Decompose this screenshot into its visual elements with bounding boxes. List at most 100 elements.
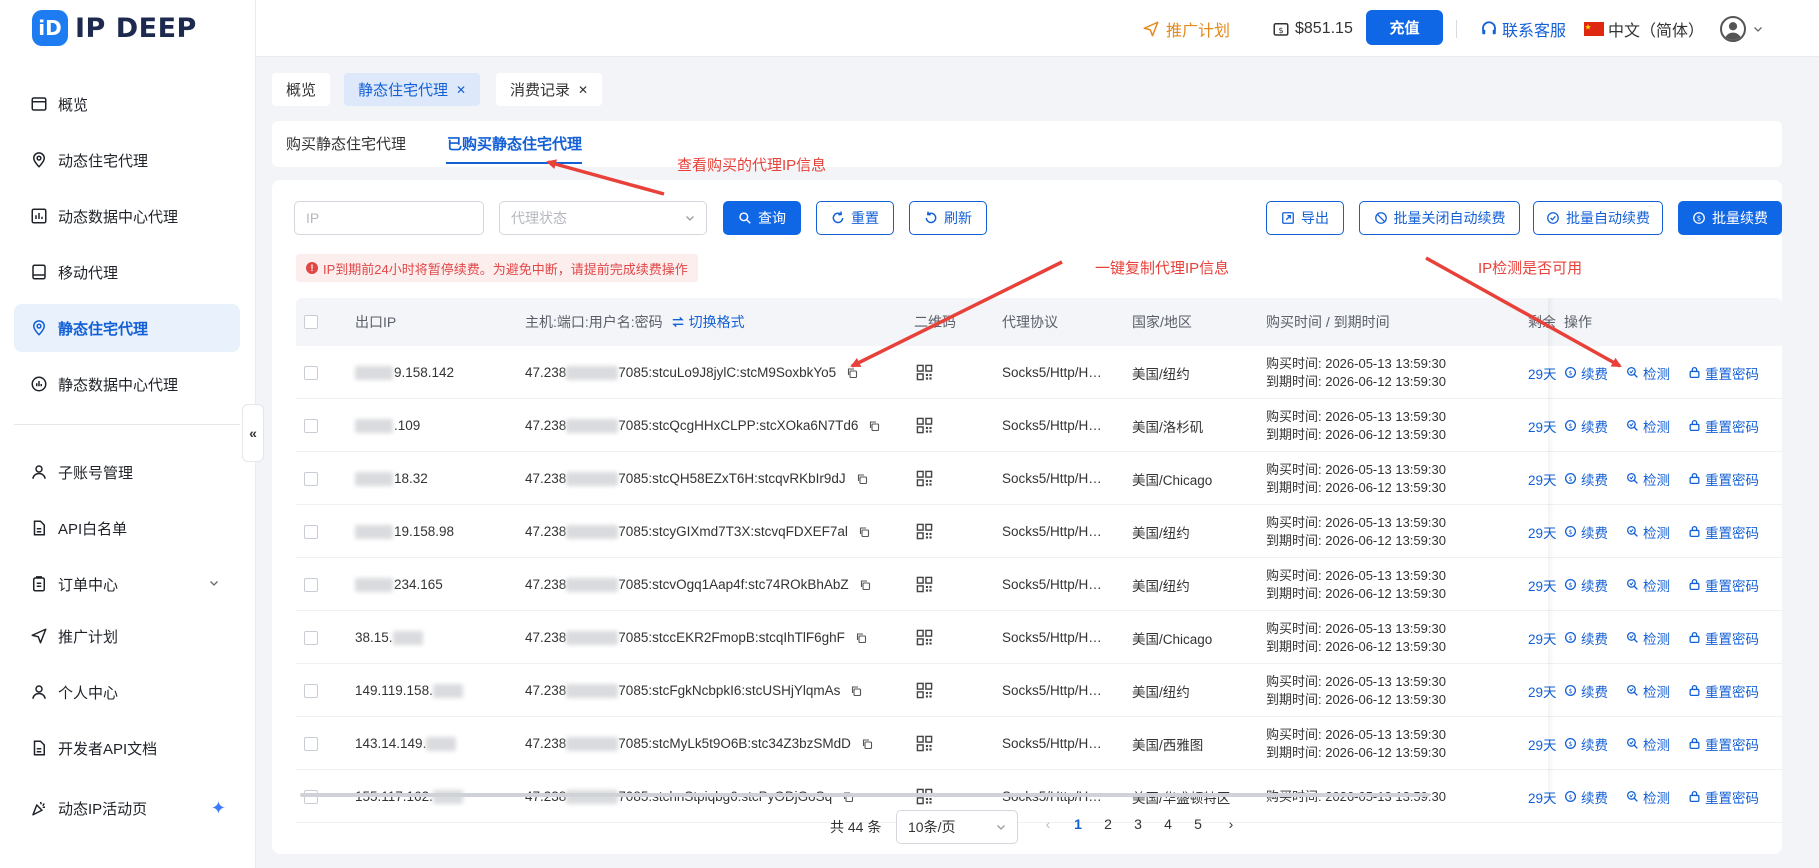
reset-password-button[interactable]: 重置密码 <box>1688 611 1759 664</box>
renew-button[interactable]: $ 续费 <box>1564 558 1608 611</box>
reset-password-button[interactable]: 重置密码 <box>1688 399 1759 452</box>
check-button[interactable]: 检测 <box>1626 770 1670 823</box>
page-number-button[interactable]: 5 <box>1187 816 1209 832</box>
batch-disable-auto-renew-button[interactable]: 批量关闭自动续费 <box>1359 201 1520 235</box>
tab-static-residential[interactable]: 静态住宅代理 ✕ <box>344 73 481 106</box>
sidebar-item[interactable]: 订单中心 <box>14 560 240 608</box>
sidebar-item[interactable]: 推广计划 <box>14 612 240 660</box>
proxy-status-select[interactable]: 代理状态 <box>499 201 707 235</box>
check-button[interactable]: 检测 <box>1626 717 1670 770</box>
sidebar-item[interactable]: 概览 <box>14 80 240 128</box>
renew-button[interactable]: $ 续费 <box>1564 717 1608 770</box>
check-button[interactable]: 检测 <box>1626 452 1670 505</box>
row-checkbox[interactable] <box>304 399 318 452</box>
sidebar-item[interactable]: API白名单 <box>14 504 240 552</box>
sidebar-item[interactable]: 开发者API文档 <box>14 724 240 772</box>
sidebar-item[interactable]: 动态数据中心代理 <box>14 192 240 240</box>
qr-code-icon[interactable] <box>916 452 933 505</box>
promo-link[interactable]: 推广计划 <box>1142 0 1230 57</box>
row-checkbox[interactable] <box>304 664 318 717</box>
sidebar-item[interactable]: 移动代理 <box>14 248 240 296</box>
export-button[interactable]: 导出 <box>1266 201 1344 235</box>
qr-code-icon[interactable] <box>916 399 933 452</box>
row-checkbox[interactable] <box>304 558 318 611</box>
row-checkbox[interactable] <box>304 346 318 399</box>
switch-format-button[interactable]: 切换格式 <box>671 312 745 332</box>
reset-password-button[interactable]: 重置密码 <box>1688 346 1759 399</box>
check-button[interactable]: 检测 <box>1626 664 1670 717</box>
qr-code-icon[interactable] <box>916 717 933 770</box>
check-button[interactable]: 检测 <box>1626 399 1670 452</box>
renew-button[interactable]: $ 续费 <box>1564 346 1608 399</box>
reset-password-button[interactable]: 重置密码 <box>1688 664 1759 717</box>
copy-icon[interactable] <box>858 526 870 538</box>
sidebar-collapse-button[interactable]: « <box>242 404 264 462</box>
region: 美国/西雅图 <box>1132 737 1204 753</box>
copy-icon[interactable] <box>868 420 880 432</box>
sidebar-item[interactable]: 静态住宅代理 <box>14 304 240 352</box>
check-button[interactable]: 检测 <box>1626 611 1670 664</box>
page-number-button[interactable]: 2 <box>1097 816 1119 832</box>
page-number-button[interactable]: 4 <box>1157 816 1179 832</box>
copy-icon[interactable] <box>856 473 868 485</box>
close-icon[interactable]: ✕ <box>578 83 588 97</box>
reset-button[interactable]: 重置 <box>816 201 894 235</box>
sidebar-item[interactable]: 子账号管理 <box>14 448 240 496</box>
subtab-purchased[interactable]: 已购买静态住宅代理 <box>447 133 582 154</box>
brand-logo[interactable]: iD IP DEEP <box>32 10 197 46</box>
copy-icon[interactable] <box>846 367 858 379</box>
recharge-button[interactable]: 充值 <box>1366 10 1443 45</box>
qr-code-icon[interactable] <box>916 505 933 558</box>
prev-page-button[interactable]: ‹ <box>1037 816 1059 832</box>
copy-icon[interactable] <box>850 685 862 697</box>
reset-password-button[interactable]: 重置密码 <box>1688 505 1759 558</box>
check-button[interactable]: 检测 <box>1626 505 1670 558</box>
tab-overview[interactable]: 概览 <box>272 73 331 106</box>
renew-button[interactable]: $ 续费 <box>1564 505 1608 558</box>
renew-button[interactable]: $ 续费 <box>1564 770 1608 823</box>
refresh-button[interactable]: 刷新 <box>909 201 987 235</box>
qr-code-icon[interactable] <box>916 611 933 664</box>
page-size-select[interactable]: 10条/页 <box>896 810 1018 844</box>
reset-password-button[interactable]: 重置密码 <box>1688 717 1759 770</box>
sidebar-item[interactable]: 个人中心 <box>14 668 240 716</box>
batch-auto-renew-button[interactable]: 批量自动续费 <box>1533 201 1663 235</box>
sidebar-item[interactable]: 动态住宅代理 <box>14 136 240 184</box>
page-number-button[interactable]: 1 <box>1067 816 1089 832</box>
renew-button[interactable]: $ 续费 <box>1564 664 1608 717</box>
qr-code-icon[interactable] <box>916 664 933 717</box>
ip-search-input[interactable]: IP <box>294 201 484 235</box>
support-link[interactable]: 联系客服 <box>1480 0 1566 57</box>
row-checkbox[interactable] <box>304 611 318 664</box>
language-selector[interactable]: 中文（简体） <box>1584 0 1704 57</box>
copy-icon[interactable] <box>859 579 871 591</box>
tab-consumption-records[interactable]: 消费记录 ✕ <box>496 73 603 106</box>
sidebar-item[interactable]: 动态IP活动页 ✦ <box>14 784 240 832</box>
query-button[interactable]: 查询 <box>723 201 801 235</box>
sidebar-item[interactable]: 静态数据中心代理 <box>14 360 240 408</box>
user-menu[interactable] <box>1720 0 1764 57</box>
page-number-button[interactable]: 3 <box>1127 816 1149 832</box>
qr-code-icon[interactable] <box>916 558 933 611</box>
next-page-button[interactable]: › <box>1220 816 1242 832</box>
check-button[interactable]: 检测 <box>1626 558 1670 611</box>
batch-renew-button[interactable]: $ 批量续费 <box>1678 201 1782 235</box>
qr-code-icon[interactable] <box>916 346 933 399</box>
close-icon[interactable]: ✕ <box>456 83 466 97</box>
subtab-buy[interactable]: 购买静态住宅代理 <box>286 133 406 154</box>
horizontal-scrollbar[interactable] <box>300 793 1430 797</box>
renew-button[interactable]: $ 续费 <box>1564 399 1608 452</box>
renew-button[interactable]: $ 续费 <box>1564 452 1608 505</box>
copy-icon[interactable] <box>855 632 867 644</box>
reset-password-button[interactable]: 重置密码 <box>1688 558 1759 611</box>
renew-button[interactable]: $ 续费 <box>1564 611 1608 664</box>
check-button[interactable]: 检测 <box>1626 346 1670 399</box>
row-checkbox[interactable] <box>304 452 318 505</box>
host-prefix: 47.238 <box>525 577 567 592</box>
select-all-checkbox[interactable] <box>304 298 318 346</box>
reset-password-button[interactable]: 重置密码 <box>1688 452 1759 505</box>
row-checkbox[interactable] <box>304 717 318 770</box>
copy-icon[interactable] <box>861 738 873 750</box>
reset-password-button[interactable]: 重置密码 <box>1688 770 1759 823</box>
row-checkbox[interactable] <box>304 505 318 558</box>
